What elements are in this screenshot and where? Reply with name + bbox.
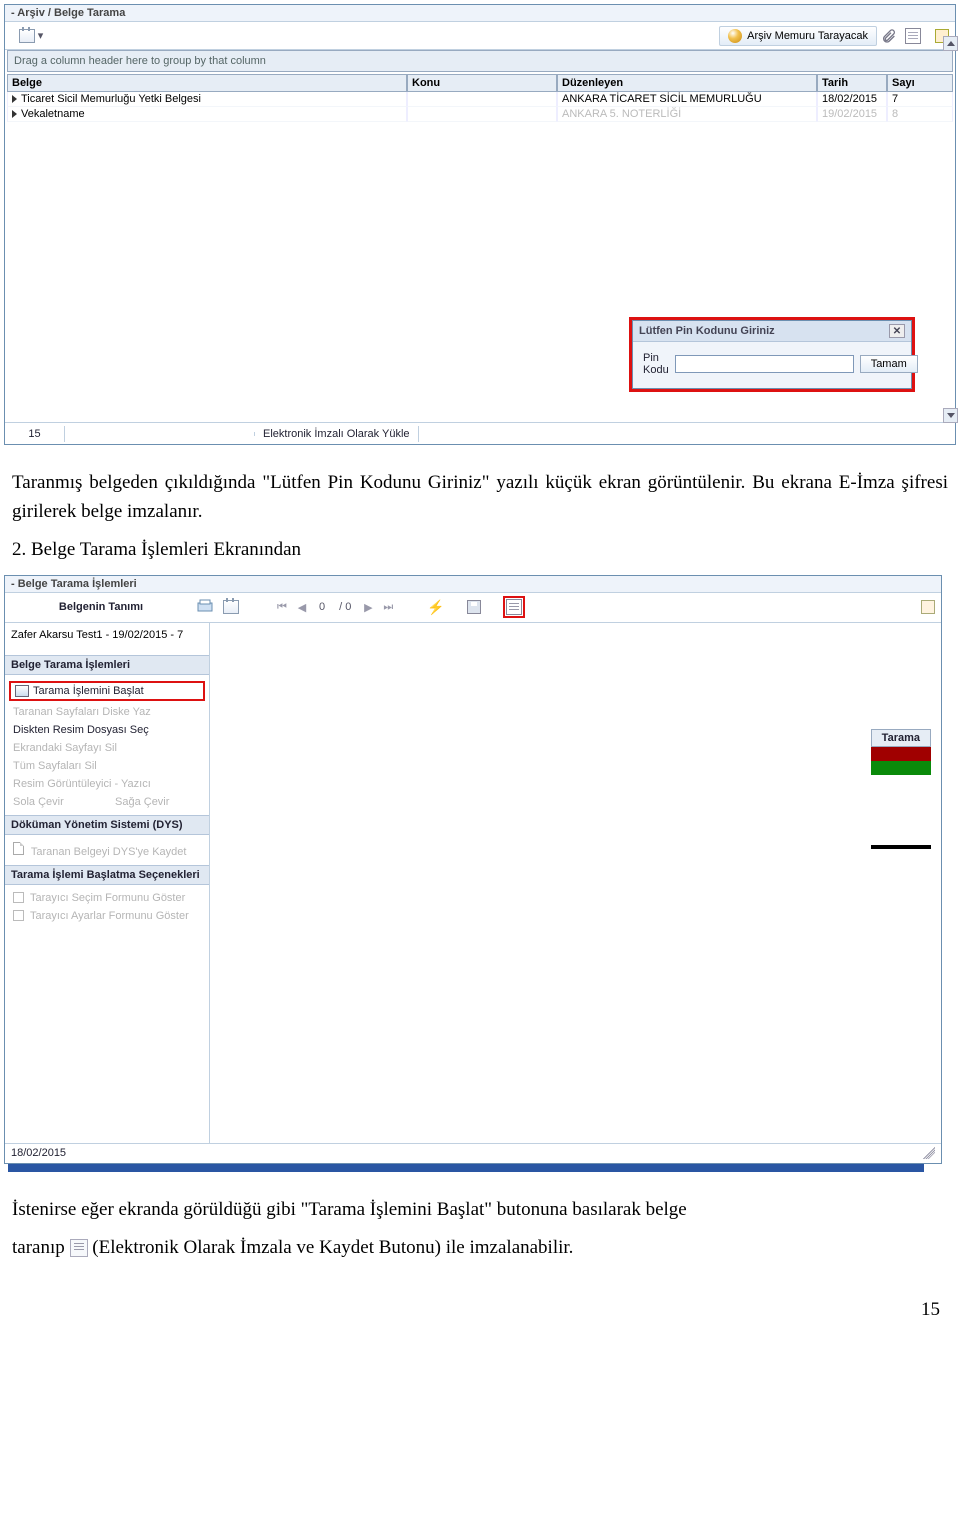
doc-definition-label: Belgenin Tanımı bbox=[11, 601, 191, 613]
start-scan-button[interactable]: Tarama İşlemini Başlat bbox=[9, 681, 205, 701]
scan-canvas: Tarama bbox=[210, 623, 941, 1143]
image-viewer-printer[interactable]: Resim Görüntüleyici - Yazıcı bbox=[5, 775, 209, 793]
nav-total: / 0 bbox=[335, 601, 355, 613]
document-scan-operations-window: - Belge Tarama İşlemleri Belgenin Tanımı… bbox=[4, 575, 942, 1164]
table-row[interactable]: Ticaret Sicil Memurluğu Yetki Belgesi AN… bbox=[7, 92, 953, 107]
nav-first-icon[interactable]: ⏮ bbox=[275, 600, 289, 614]
show-scanner-settings-form[interactable]: Tarayıcı Ayarlar Formunu Göster bbox=[5, 907, 209, 925]
save-icon[interactable] bbox=[467, 600, 481, 614]
archive-clerk-label: Arşiv Memuru Tarayacak bbox=[747, 30, 868, 42]
paperclip-icon[interactable] bbox=[881, 28, 897, 44]
note-icon[interactable] bbox=[905, 28, 921, 44]
show-scanner-select-form[interactable]: Tarayıcı Seçim Formunu Göster bbox=[5, 889, 209, 907]
start-scan-label: Tarama İşlemini Başlat bbox=[33, 685, 144, 697]
sign-save-inline-icon bbox=[70, 1239, 88, 1257]
col-sayi[interactable]: Sayı bbox=[887, 74, 953, 92]
archive-scan-window: - Arşiv / Belge Tarama ▾ Arşiv Memuru Ta… bbox=[4, 4, 956, 445]
decorative-blue-bar bbox=[8, 1164, 924, 1172]
cell-tarih: 18/02/2015 bbox=[817, 92, 887, 107]
status-left: 15 bbox=[5, 426, 65, 442]
cell-tarih: 19/02/2015 bbox=[817, 107, 887, 122]
archive-clerk-scan-button[interactable]: Arşiv Memuru Tarayacak bbox=[719, 26, 877, 46]
col-belge[interactable]: Belge bbox=[7, 74, 407, 92]
save-scanned-pages[interactable]: Taranan Sayfaları Diske Yaz bbox=[5, 703, 209, 721]
grid-empty-area: Lütfen Pin Kodunu Giriniz ✕ Pin Kodu Tam… bbox=[5, 122, 955, 422]
scanner-small-icon bbox=[15, 685, 29, 697]
pin-dialog-title: Lütfen Pin Kodunu Giriniz bbox=[639, 325, 775, 337]
checkbox-icon bbox=[13, 892, 24, 903]
status-date: 18/02/2015 bbox=[11, 1147, 66, 1159]
table-row[interactable]: Vekaletname ANKARA 5. NOTERLİĞİ 19/02/20… bbox=[7, 107, 953, 122]
sidebar: Zafer Akarsu Test1 - 19/02/2015 - 7 Belg… bbox=[5, 623, 210, 1143]
scan-ops-panel-title: Belge Tarama İşlemleri bbox=[5, 655, 209, 675]
save-to-dys[interactable]: Taranan Belgeyi DYS'ye Kaydet bbox=[5, 839, 209, 861]
nav-next-icon[interactable]: ▶ bbox=[361, 600, 375, 614]
delete-all-pages[interactable]: Tüm Sayfaları Sil bbox=[5, 757, 209, 775]
cell-sayi: 7 bbox=[887, 92, 953, 107]
toolbar: ▾ Arşiv Memuru Tarayacak bbox=[5, 22, 955, 50]
window-title: - Belge Tarama İşlemleri bbox=[5, 576, 941, 593]
tarama-side-panel: Tarama bbox=[871, 729, 931, 849]
red-status-bar bbox=[871, 747, 931, 761]
checkbox-icon bbox=[13, 910, 24, 921]
black-divider bbox=[871, 845, 931, 849]
table-header-row: Belge Konu Düzenleyen Tarih Sayı bbox=[7, 74, 953, 92]
calendar-icon[interactable] bbox=[223, 600, 239, 614]
group-by-hint[interactable]: Drag a column header here to group by th… bbox=[7, 50, 953, 72]
status-upload-label[interactable]: Elektronik İmzalı Olarak Yükle bbox=[255, 426, 419, 442]
tarama-label: Tarama bbox=[871, 729, 931, 747]
pin-ok-button[interactable]: Tamam bbox=[860, 355, 918, 373]
calendar-icon[interactable]: ▾ bbox=[11, 29, 51, 43]
status-bar: 18/02/2015 bbox=[5, 1143, 941, 1163]
cell-konu bbox=[407, 92, 557, 107]
pin-label: Pin Kodu bbox=[643, 352, 669, 376]
page-number: 15 bbox=[0, 1269, 960, 1331]
toolbar-small-button[interactable] bbox=[921, 600, 935, 614]
dys-panel-title: Döküman Yönetim Sistemi (DYS) bbox=[5, 815, 209, 835]
cell-konu bbox=[407, 107, 557, 122]
pin-input[interactable] bbox=[675, 355, 854, 373]
page-icon bbox=[13, 842, 24, 855]
col-duzenleyen[interactable]: Düzenleyen bbox=[557, 74, 817, 92]
nav-prev-icon[interactable]: ◀ bbox=[295, 600, 309, 614]
sign-save-icon[interactable] bbox=[506, 599, 522, 615]
col-konu[interactable]: Konu bbox=[407, 74, 557, 92]
body-paragraph-2: 2. Belge Tarama İşlemleri Ekranından bbox=[0, 532, 960, 571]
lightning-icon[interactable]: ⚡ bbox=[427, 599, 444, 616]
scroll-down-button[interactable] bbox=[943, 408, 958, 423]
body-paragraph-3a: İstenirse eğer ekranda görüldüğü gibi "T… bbox=[0, 1176, 960, 1231]
col-tarih[interactable]: Tarih bbox=[817, 74, 887, 92]
green-status-bar bbox=[871, 761, 931, 775]
status-bar: 15 Elektronik İmzalı Olarak Yükle bbox=[5, 422, 955, 444]
select-image-from-disk[interactable]: Diskten Resim Dosyası Seç bbox=[5, 721, 209, 739]
cell-duzenleyen: ANKARA TİCARET SİCİL MEMURLUĞU bbox=[557, 92, 817, 107]
delete-current-page[interactable]: Ekrandaki Sayfayı Sil bbox=[5, 739, 209, 757]
resize-grip-icon[interactable] bbox=[923, 1147, 935, 1159]
close-icon[interactable]: ✕ bbox=[889, 324, 905, 338]
nav-last-icon[interactable]: ⏭ bbox=[381, 600, 395, 614]
user-avatar-icon bbox=[728, 29, 742, 43]
doc-info-text: Zafer Akarsu Test1 - 19/02/2015 - 7 bbox=[5, 623, 209, 655]
window-title: - Arşiv / Belge Tarama bbox=[5, 5, 955, 22]
cell-belge: Vekaletname bbox=[21, 108, 85, 120]
scan-start-options-title: Tarama İşlemi Başlatma Seçenekleri bbox=[5, 865, 209, 885]
sign-and-save-button-highlight bbox=[503, 596, 525, 618]
scroll-up-button[interactable] bbox=[943, 36, 958, 51]
body-paragraph-1: Taranmış belgeden çıkıldığında "Lütfen P… bbox=[0, 449, 960, 532]
pin-dialog-highlight: Lütfen Pin Kodunu Giriniz ✕ Pin Kodu Tam… bbox=[629, 317, 915, 392]
nav-current: 0 bbox=[315, 601, 329, 613]
cell-duzenleyen: ANKARA 5. NOTERLİĞİ bbox=[557, 107, 817, 122]
scanner-icon[interactable] bbox=[197, 599, 213, 615]
rotate-left[interactable]: Sola Çevir bbox=[5, 793, 107, 811]
body-paragraph-3b: taranıp (Elektronik Olarak İmzala ve Kay… bbox=[0, 1230, 960, 1269]
cell-sayi: 8 bbox=[887, 107, 953, 122]
rotate-right[interactable]: Sağa Çevir bbox=[107, 793, 209, 811]
cell-belge: Ticaret Sicil Memurluğu Yetki Belgesi bbox=[21, 93, 201, 105]
toolbar: Belgenin Tanımı ⏮ ◀ 0 / 0 ▶ ⏭ ⚡ bbox=[5, 593, 941, 623]
pin-dialog: Lütfen Pin Kodunu Giriniz ✕ Pin Kodu Tam… bbox=[632, 320, 912, 389]
